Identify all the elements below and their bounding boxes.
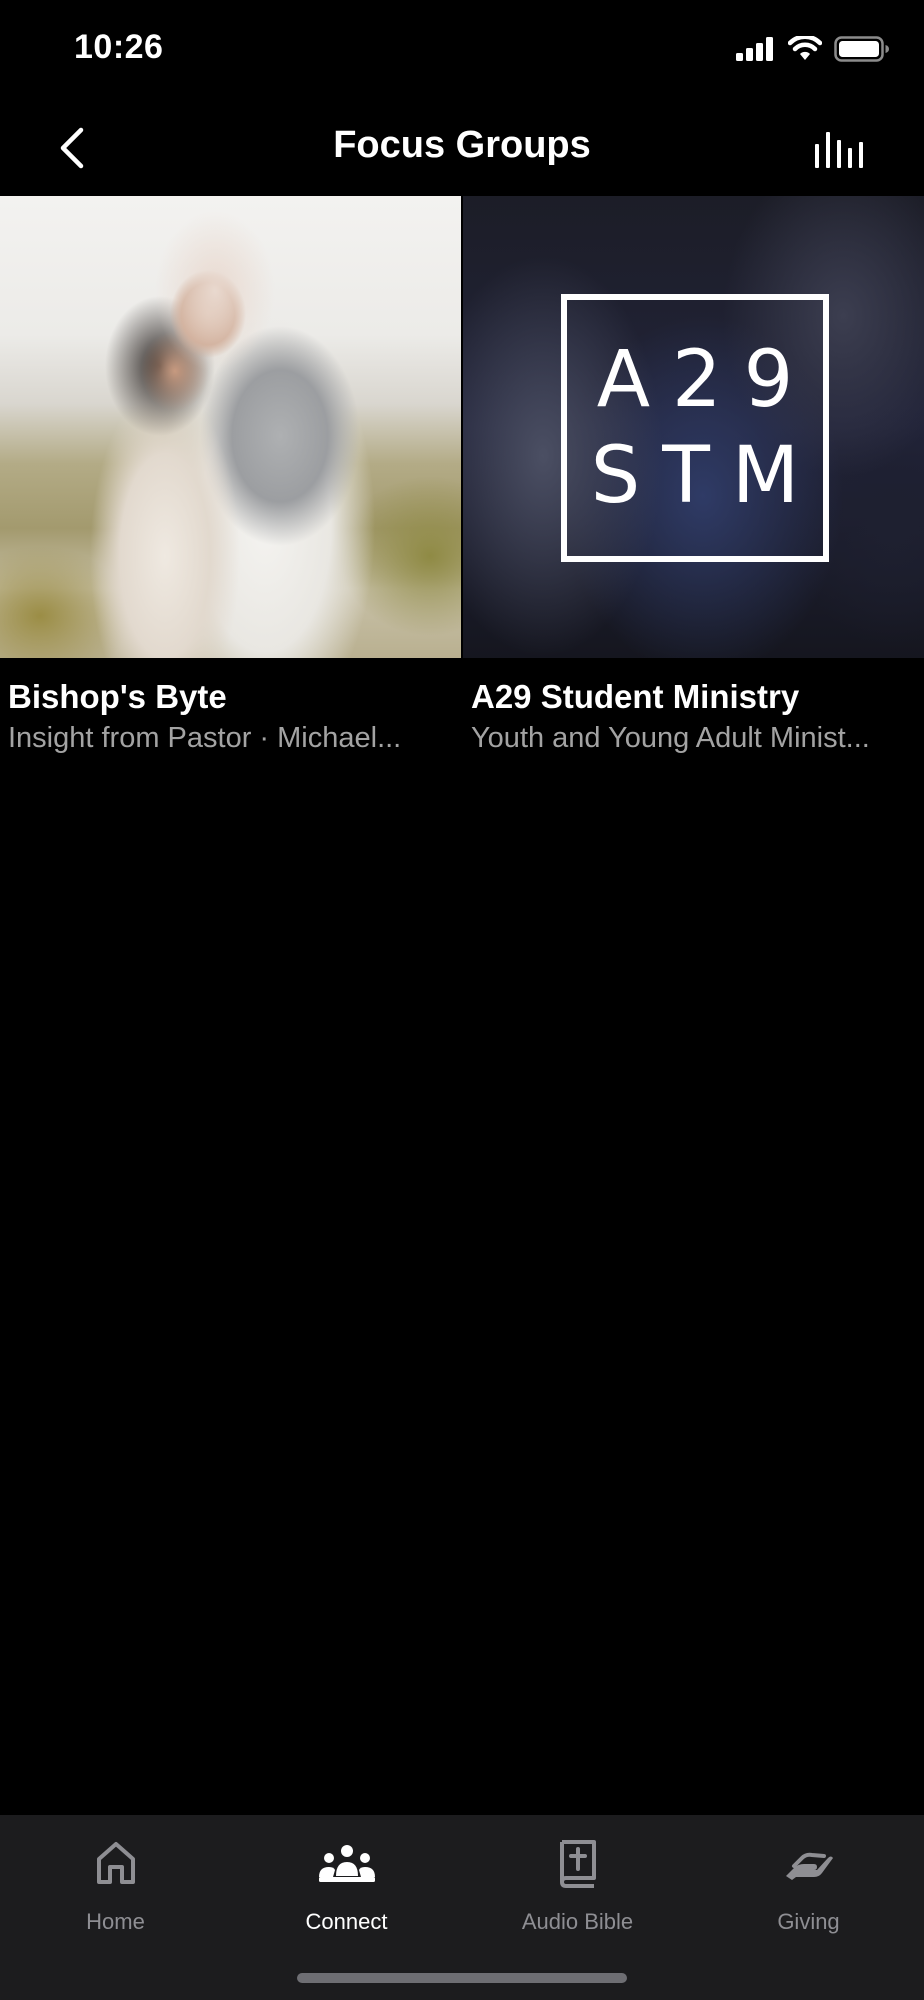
giving-hand-icon <box>784 1835 834 1891</box>
status-time: 10:26 <box>74 28 164 66</box>
home-icon <box>94 1835 138 1891</box>
status-bar: 10:26 <box>0 0 924 100</box>
tab-home[interactable]: Home <box>0 1835 231 1935</box>
group-subtitle: Insight from Pastor · Michael... <box>8 722 402 754</box>
tab-label: Connect <box>305 1909 388 1934</box>
group-title: Bishop's Byte <box>8 678 227 715</box>
stats-button[interactable] <box>810 120 870 176</box>
group-title: A29 Student Ministry <box>471 678 800 715</box>
tab-giving[interactable]: Giving <box>693 1835 924 1935</box>
tab-audio-bible[interactable]: Audio Bible <box>462 1835 693 1935</box>
group-thumbnail: A29 STM <box>463 196 924 658</box>
bible-icon <box>558 1835 598 1891</box>
stats-bars-icon <box>815 132 863 168</box>
logo-line: A29 <box>596 335 816 425</box>
group-subtitle: Youth and Young Adult Minist... <box>471 722 870 754</box>
wifi-icon <box>788 36 822 60</box>
home-indicator <box>297 1973 627 1983</box>
tab-label: Audio Bible <box>521 1909 634 1934</box>
logo-line: STM <box>590 431 822 521</box>
battery-icon <box>834 36 889 62</box>
tab-label: Home <box>86 1909 145 1934</box>
group-thumbnail <box>0 196 461 658</box>
groups-grid: Bishop's Byte Insight from Pastor · Mich… <box>0 196 924 755</box>
tab-bar: Home Connect Audio Bible Giving <box>0 1815 924 2000</box>
people-icon <box>318 1835 376 1891</box>
a29-logo: A29 STM <box>561 294 829 562</box>
tab-connect[interactable]: Connect <box>231 1835 462 1935</box>
group-card-a29-student-ministry[interactable]: A29 STM A29 Student Ministry Youth and Y… <box>463 196 924 755</box>
navigation-bar: Focus Groups <box>0 100 924 196</box>
group-card-bishops-byte[interactable]: Bishop's Byte Insight from Pastor · Mich… <box>0 196 461 755</box>
page-title: Focus Groups <box>333 124 591 166</box>
status-icons <box>736 36 890 62</box>
tab-label: Giving <box>777 1909 840 1934</box>
signal-icon <box>736 37 773 61</box>
